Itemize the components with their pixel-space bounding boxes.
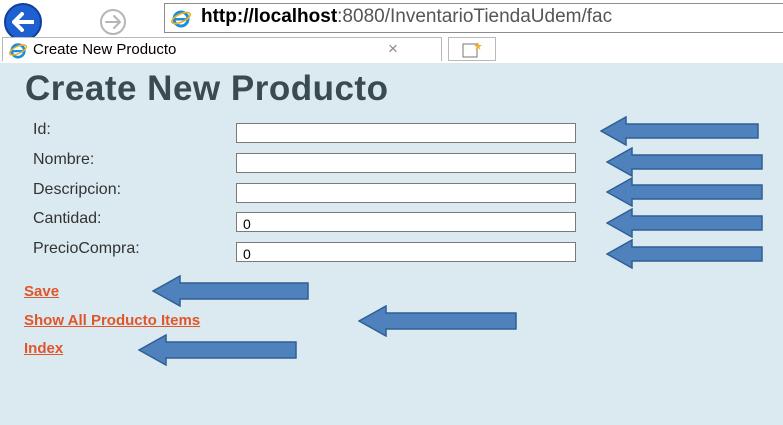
tab-title: Create New Producto <box>33 41 177 58</box>
new-tab-icon <box>462 42 482 58</box>
tab-close-icon[interactable]: × <box>388 39 398 59</box>
left-arrow-icon <box>138 334 297 366</box>
preciocompra-field[interactable] <box>236 242 576 262</box>
descripcion-label: Descripcion: <box>33 181 122 198</box>
id-field[interactable] <box>236 123 576 143</box>
forward-arrow-icon <box>105 15 121 29</box>
index-link[interactable]: Index <box>24 340 63 357</box>
cantidad-field[interactable] <box>236 212 576 232</box>
address-host: http://localhost <box>201 6 338 27</box>
left-arrow-icon <box>600 116 759 146</box>
id-label: Id: <box>33 121 51 138</box>
new-tab-button[interactable] <box>448 37 496 61</box>
left-arrow-icon <box>606 177 763 207</box>
address-url: http://localhost:8080/InventarioTiendaUd… <box>201 6 612 28</box>
descripcion-field[interactable] <box>236 183 576 203</box>
preciocompra-label: PrecioCompra: <box>33 240 140 257</box>
tab-create-new-producto[interactable]: Create New Producto × <box>2 37 442 61</box>
left-arrow-icon <box>152 275 309 307</box>
ie-tab-icon <box>9 43 27 59</box>
browser-chrome: http://localhost:8080/InventarioTiendaUd… <box>0 0 783 62</box>
left-arrow-icon <box>606 208 763 238</box>
ie-logo-icon <box>171 10 191 28</box>
page-content: Create New Producto Id: Nombre: Descripc… <box>0 63 783 425</box>
left-arrow-icon <box>606 147 763 177</box>
tab-bar: Create New Producto × <box>0 37 783 63</box>
show-all-producto-items-link[interactable]: Show All Producto Items <box>24 312 200 329</box>
cantidad-label: Cantidad: <box>33 210 102 227</box>
save-link[interactable]: Save <box>24 283 59 300</box>
forward-button[interactable] <box>100 9 126 35</box>
left-arrow-icon <box>358 305 517 337</box>
back-button[interactable] <box>4 3 42 41</box>
nombre-field[interactable] <box>236 153 576 173</box>
address-bar[interactable]: http://localhost:8080/InventarioTiendaUd… <box>164 3 783 33</box>
back-arrow-icon <box>12 12 34 32</box>
left-arrow-icon <box>606 239 763 269</box>
nombre-label: Nombre: <box>33 151 95 168</box>
address-path: :8080/InventarioTiendaUdem/fac <box>337 6 613 27</box>
page-title: Create New Producto <box>25 69 389 108</box>
